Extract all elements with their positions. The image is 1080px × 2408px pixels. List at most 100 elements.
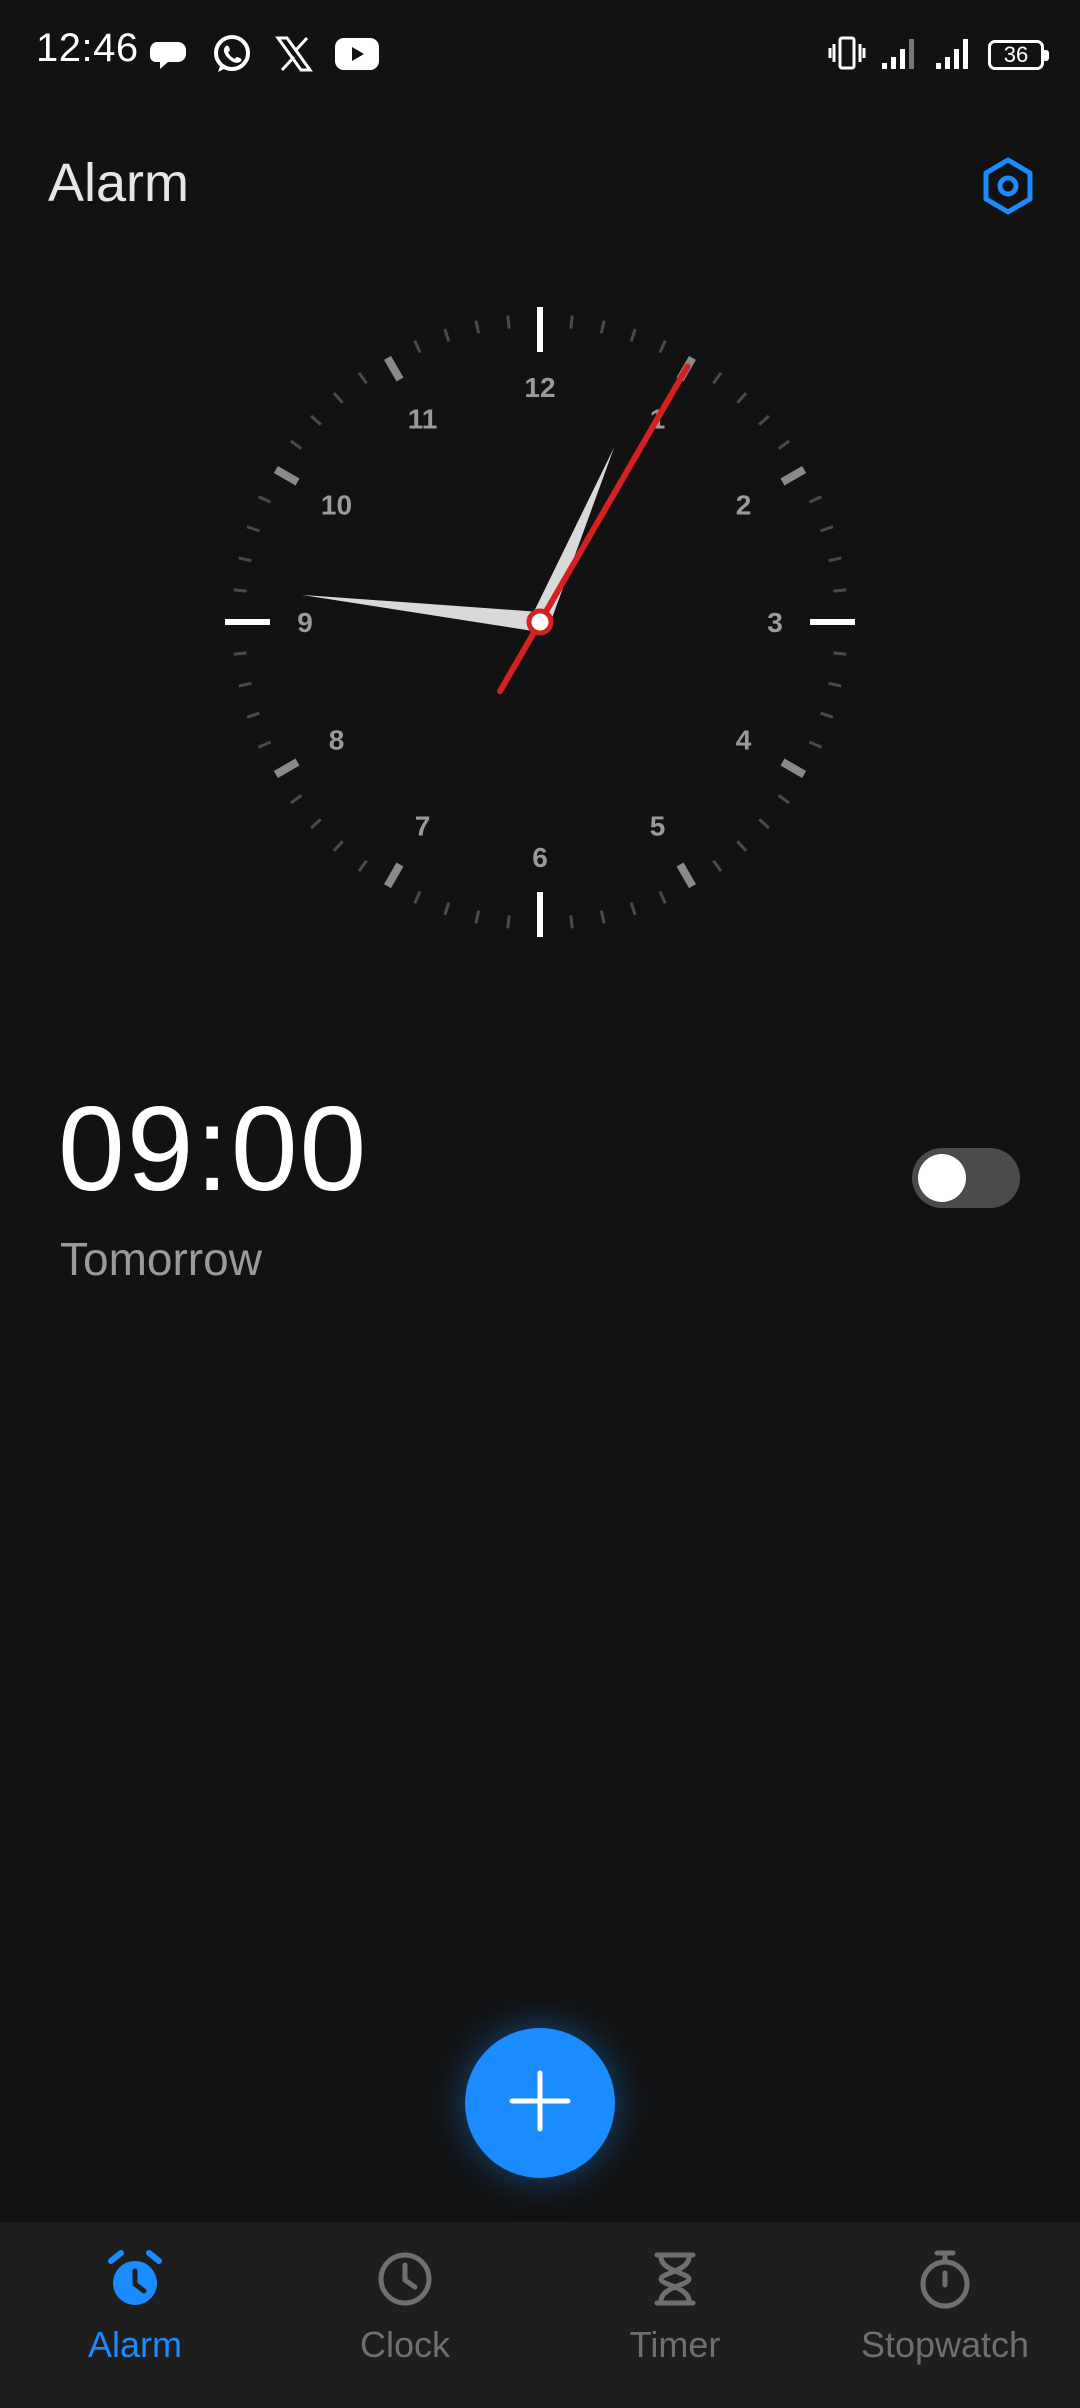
clock-tick [808, 495, 822, 504]
clock-tick [658, 340, 667, 354]
clock-number: 3 [767, 607, 783, 638]
clock-tick [289, 439, 303, 450]
plus-icon [508, 2069, 572, 2138]
clock-tick [384, 355, 404, 382]
clock-tick [443, 328, 451, 342]
clock-icon [370, 2244, 440, 2314]
clock-tick [820, 525, 834, 533]
toggle-knob [918, 1154, 966, 1202]
whatsapp-icon [210, 32, 254, 76]
nav-label-alarm: Alarm [87, 2324, 182, 2365]
clock-number: 11 [408, 403, 438, 434]
clock-tick [413, 890, 422, 904]
nav-label-clock: Clock [359, 2324, 451, 2365]
hour-hand [530, 447, 615, 626]
clock-number: 9 [297, 607, 313, 638]
analog-clock: 121234567891011 [210, 292, 870, 952]
clock-tick [629, 902, 637, 916]
analog-clock-face: 121234567891011 [225, 307, 855, 937]
settings-button[interactable] [972, 152, 1044, 224]
status-bar: 12:46 36 [0, 0, 1080, 110]
battery-icon: 36 [988, 40, 1049, 70]
clock-number: 10 [321, 490, 352, 521]
clock-tick [238, 681, 252, 688]
clock-tick [310, 414, 322, 426]
signal-icon [934, 35, 976, 76]
clock-tick [273, 758, 300, 778]
youtube-icon [334, 36, 380, 72]
clock-tick [569, 315, 574, 329]
clock-center [526, 608, 554, 636]
alarm-clock-icon [100, 2244, 170, 2314]
clock-tick [777, 439, 791, 450]
hourglass-icon [640, 2244, 710, 2314]
clock-tick [833, 651, 847, 656]
second-hand [497, 363, 691, 695]
clock-tick [828, 681, 842, 688]
clock-tick [474, 320, 481, 334]
clock-tick [736, 840, 748, 852]
clock-tick [599, 320, 606, 334]
stopwatch-icon [910, 2244, 980, 2314]
clock-tick [833, 588, 847, 593]
clock-tick [569, 915, 574, 929]
notification-icons [150, 30, 380, 78]
clock-tick [233, 651, 247, 656]
clock-tick [258, 495, 272, 504]
chat-bubble-icon [150, 34, 190, 74]
settings-icon [978, 156, 1038, 221]
clock-tick [332, 840, 344, 852]
battery-level: 36 [1003, 42, 1029, 67]
vibrate-icon [828, 35, 868, 76]
nav-label-stopwatch: Stopwatch [860, 2324, 1030, 2365]
clock-tick [332, 392, 344, 404]
alarm-toggle[interactable] [912, 1148, 1020, 1208]
alarm-subtitle: Tomorrow [60, 1233, 262, 1285]
system-status: 36 [828, 34, 1049, 76]
clock-tick [736, 392, 748, 404]
clock-tick [808, 740, 822, 749]
x-icon [274, 34, 314, 74]
minute-hand [301, 594, 542, 632]
clock-tick [273, 466, 300, 486]
bottom-nav: Alarm Clock Timer Stopwatch [0, 2222, 1080, 2408]
add-alarm-button[interactable] [465, 2028, 615, 2178]
clock-tick [820, 711, 834, 719]
clock-tick [233, 588, 247, 593]
clock-number: 7 [415, 811, 431, 842]
clock-number: 6 [532, 842, 548, 873]
clock-tick [629, 328, 637, 342]
clock-tick [599, 910, 606, 924]
clock-tick [712, 371, 723, 385]
clock-tick [474, 910, 481, 924]
clock-number: 12 [524, 372, 555, 403]
clock-tick [506, 915, 511, 929]
clock-tick [758, 818, 770, 830]
clock-tick [258, 740, 272, 749]
clock-tick [777, 794, 791, 805]
clock-tick [658, 890, 667, 904]
clock-number: 2 [736, 490, 752, 521]
clock-number: 8 [329, 725, 345, 756]
clock-tick [676, 862, 696, 889]
clock-tick [357, 859, 368, 873]
clock-tick [310, 818, 322, 830]
alarm-item[interactable]: 09:00 Tomorrow [0, 1080, 1080, 1300]
alarm-time: 09:00 [58, 1082, 369, 1216]
clock-tick [780, 758, 807, 778]
clock-tick [246, 711, 260, 719]
clock-tick [828, 556, 842, 563]
clock-tick [357, 371, 368, 385]
clock-tick [780, 466, 807, 486]
clock-tick [238, 556, 252, 563]
nav-clock[interactable]: Clock [270, 2222, 540, 2408]
nav-alarm[interactable]: Alarm [0, 2222, 270, 2408]
clock-number: 4 [736, 725, 752, 756]
clock-tick [246, 525, 260, 533]
clock-tick [289, 794, 303, 805]
nav-stopwatch[interactable]: Stopwatch [810, 2222, 1080, 2408]
clock-tick [506, 315, 511, 329]
nav-timer[interactable]: Timer [540, 2222, 810, 2408]
nav-label-timer: Timer [629, 2324, 721, 2365]
clock-tick [712, 859, 723, 873]
